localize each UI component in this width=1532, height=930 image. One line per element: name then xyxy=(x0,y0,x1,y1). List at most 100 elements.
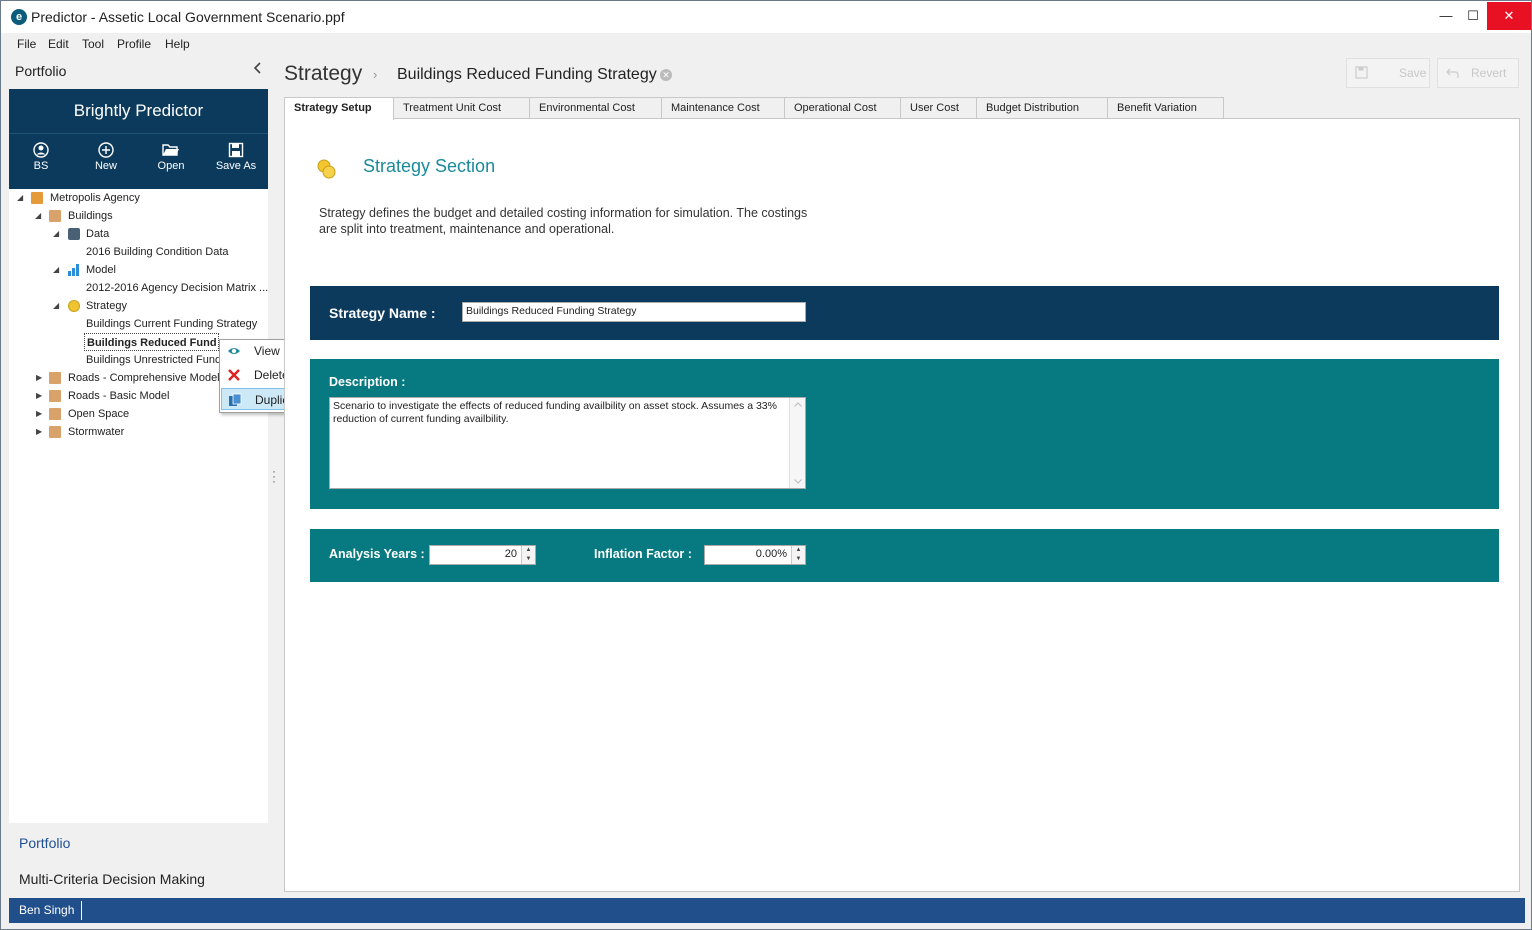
panel-splitter-handle[interactable]: · · · xyxy=(272,465,276,487)
description-textarea[interactable]: Scenario to investigate the effects of r… xyxy=(329,397,806,489)
agency-folder-icon xyxy=(31,192,43,204)
folder-icon xyxy=(49,390,61,402)
status-user-name: Ben Singh xyxy=(19,903,75,917)
folder-open-icon xyxy=(162,144,179,156)
collapsed-arrow-icon[interactable]: ▶ xyxy=(36,387,42,405)
duplicate-icon xyxy=(229,393,242,406)
tree-node-strategy-item-selected[interactable]: Buildings Reduced Fund xyxy=(84,333,219,351)
parameters-band: Analysis Years : 20 ▲ ▼ Inflation Factor … xyxy=(310,529,1499,582)
collapsed-arrow-icon[interactable]: ▶ xyxy=(36,369,42,387)
tab-user-cost[interactable]: User Cost xyxy=(900,97,977,119)
description-label: Description : xyxy=(329,375,406,389)
nav-mcdm[interactable]: Multi-Criteria Decision Making xyxy=(19,871,205,887)
strategy-name-input[interactable]: Buildings Reduced Funding Strategy xyxy=(462,302,806,322)
menu-file[interactable]: File xyxy=(17,37,36,51)
tab-environmental-cost[interactable]: Environmental Cost xyxy=(529,97,662,119)
expanded-arrow-icon[interactable]: ◢ xyxy=(53,297,59,315)
scroll-up-icon[interactable] xyxy=(794,402,802,407)
save-as-button-label: Save As xyxy=(215,160,257,172)
menu-help[interactable]: Help xyxy=(165,37,190,51)
revert-label: Revert xyxy=(1471,66,1507,80)
collapsed-arrow-icon[interactable]: ▶ xyxy=(36,405,42,423)
menu-profile[interactable]: Profile xyxy=(117,37,151,51)
panel-header: Portfolio xyxy=(15,63,67,79)
tab-treatment-unit-cost[interactable]: Treatment Unit Cost xyxy=(393,97,530,119)
close-button[interactable]: ✕ xyxy=(1487,2,1531,30)
minimize-button[interactable]: — xyxy=(1431,2,1461,30)
maximize-button[interactable]: ☐ xyxy=(1458,2,1488,30)
inflation-factor-stepper[interactable]: 0.00% ▲ ▼ xyxy=(704,545,806,565)
save-icon xyxy=(228,142,244,158)
plus-circle-icon xyxy=(98,142,114,158)
tab-maintenance-cost[interactable]: Maintenance Cost xyxy=(661,97,785,119)
expanded-arrow-icon[interactable]: ◢ xyxy=(35,207,41,225)
tab-operational-cost[interactable]: Operational Cost xyxy=(784,97,901,119)
nav-portfolio[interactable]: Portfolio xyxy=(19,835,70,851)
inflation-factor-value: 0.00% xyxy=(755,548,787,560)
menu-edit[interactable]: Edit xyxy=(48,37,69,51)
folder-icon xyxy=(49,408,61,420)
description-text: Scenario to investigate the effects of r… xyxy=(333,400,777,425)
tab-strategy-setup[interactable]: Strategy Setup xyxy=(284,97,394,120)
user-button[interactable]: BS xyxy=(11,142,71,172)
tree-label: Buildings Reduced Fund xyxy=(87,337,217,349)
scroll-down-icon[interactable] xyxy=(794,479,802,484)
tree-label: 2012-2016 Agency Decision Matrix ... xyxy=(86,282,269,294)
title-bar: e Predictor - Assetic Local Government S… xyxy=(1,1,1531,33)
folder-icon xyxy=(49,372,61,384)
tree-label: Model xyxy=(86,264,116,276)
eye-icon xyxy=(228,348,240,354)
tree-label: Metropolis Agency xyxy=(50,192,140,204)
open-button[interactable]: Open xyxy=(141,142,201,172)
menu-tool[interactable]: Tool xyxy=(82,37,104,51)
tree-label: Strategy xyxy=(86,300,127,312)
user-icon xyxy=(33,142,49,158)
description-band: Description : Scenario to investigate th… xyxy=(310,359,1499,509)
strategy-name-label: Strategy Name : xyxy=(329,305,436,321)
tree-node-strategy-item[interactable]: Buildings Unrestricted Fundi xyxy=(86,351,219,369)
scrollbar[interactable] xyxy=(789,398,805,488)
tab-benefit-variation[interactable]: Benefit Variation xyxy=(1107,97,1224,119)
spin-buttons[interactable]: ▲ ▼ xyxy=(791,546,805,564)
bar-chart-icon xyxy=(68,264,80,276)
expanded-arrow-icon[interactable]: ◢ xyxy=(53,261,59,279)
save-as-button[interactable]: Save As xyxy=(206,142,266,172)
inflation-factor-label: Inflation Factor : xyxy=(594,547,692,561)
tab-bar: Strategy Setup Treatment Unit Cost Envir… xyxy=(284,97,1520,120)
tree-node-model-item[interactable]: 2012-2016 Agency Decision Matrix ... xyxy=(86,279,268,297)
app-logo-icon: e xyxy=(11,9,27,25)
new-button-label: New xyxy=(94,160,117,172)
strategy-name-band: Strategy Name : Buildings Reduced Fundin… xyxy=(310,286,1499,340)
save-button[interactable]: Save xyxy=(1346,58,1430,88)
tree-label: Buildings Unrestricted Fundi xyxy=(86,354,219,366)
section-title: Strategy Section xyxy=(363,156,496,176)
collapse-panel-icon[interactable] xyxy=(252,61,264,80)
folder-icon xyxy=(49,210,61,222)
new-button[interactable]: New xyxy=(76,142,136,172)
portfolio-tree: ◢ Metropolis Agency ◢ Buildings ◢ Data 2… xyxy=(9,189,268,823)
analysis-years-value: 20 xyxy=(504,548,517,560)
expanded-arrow-icon[interactable]: ◢ xyxy=(17,189,23,207)
expanded-arrow-icon[interactable]: ◢ xyxy=(53,225,59,243)
revert-button[interactable]: Revert xyxy=(1437,58,1519,88)
breadcrumb-chevron-icon: › xyxy=(373,67,378,82)
panel-toolbar: BS New Open Save As xyxy=(9,133,268,189)
open-button-label: Open xyxy=(157,160,185,172)
close-tab-icon[interactable]: ✕ xyxy=(660,69,672,81)
tree-node-strategy-item[interactable]: Buildings Current Funding Strategy xyxy=(86,315,257,333)
tree-label: Stormwater xyxy=(68,426,125,438)
analysis-years-stepper[interactable]: 20 ▲ ▼ xyxy=(429,545,536,565)
portfolio-panel: Portfolio Brightly Predictor BS New Open… xyxy=(9,57,268,895)
section-description: Strategy defines the budget and detailed… xyxy=(319,206,808,236)
tab-budget-distribution[interactable]: Budget Distribution xyxy=(976,97,1108,119)
brand-banner: Brightly Predictor xyxy=(9,89,268,133)
collapsed-arrow-icon[interactable]: ▶ xyxy=(36,423,42,441)
window-title: Predictor - Assetic Local Government Sce… xyxy=(31,9,345,25)
tree-label: Buildings Current Funding Strategy xyxy=(86,318,258,330)
context-label: View xyxy=(254,344,280,358)
tree-node-data-item[interactable]: 2016 Building Condition Data xyxy=(86,243,229,261)
bottom-nav: Portfolio Multi-Criteria Decision Making xyxy=(9,823,268,895)
spin-buttons[interactable]: ▲ ▼ xyxy=(521,546,535,564)
page-title: Strategy xyxy=(284,62,363,85)
database-icon xyxy=(68,228,80,240)
